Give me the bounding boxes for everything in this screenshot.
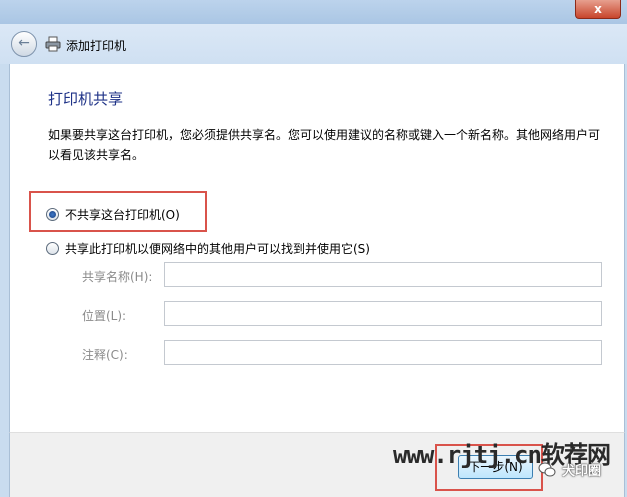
share-name-label: 共享名称(H): (82, 270, 153, 284)
share-name-input[interactable] (164, 262, 602, 287)
comment-label: 注释(C): (82, 348, 128, 362)
wechat-label: 犬印圈 (562, 464, 602, 479)
printer-icon (45, 36, 61, 52)
back-button[interactable]: ← (11, 31, 37, 57)
radio-button-selected[interactable] (46, 208, 59, 221)
wechat-watermark: 犬印圈 (538, 460, 601, 479)
radio-button[interactable] (46, 242, 59, 255)
page-heading: 打印机共享 (48, 90, 124, 108)
page-description: 如果要共享这台打印机，您必须提供共享名。您可以使用建议的名称或键入一个新名称。其… (48, 128, 601, 162)
comment-input[interactable] (164, 340, 602, 365)
wizard-title: 添加打印机 (66, 39, 127, 53)
radio-share-label: 共享此打印机以便网络中的其他用户可以找到并使用它(S) (65, 242, 370, 256)
location-label: 位置(L): (82, 309, 127, 323)
title-bar: x (0, 0, 627, 24)
nav-bar: ← 添加打印机 (0, 24, 627, 64)
wizard-content: 打印机共享 如果要共享这台打印机，您必须提供共享名。您可以使用建议的名称或键入一… (9, 64, 625, 432)
back-arrow-icon: ← (18, 35, 30, 51)
radio-share[interactable]: 共享此打印机以便网络中的其他用户可以找到并使用它(S) (46, 240, 370, 257)
close-button[interactable]: x (575, 0, 621, 19)
radio-no-share[interactable]: 不共享这台打印机(O) (46, 206, 180, 223)
wechat-icon (538, 462, 556, 476)
radio-no-share-label: 不共享这台打印机(O) (65, 208, 180, 222)
location-input[interactable] (164, 301, 602, 326)
